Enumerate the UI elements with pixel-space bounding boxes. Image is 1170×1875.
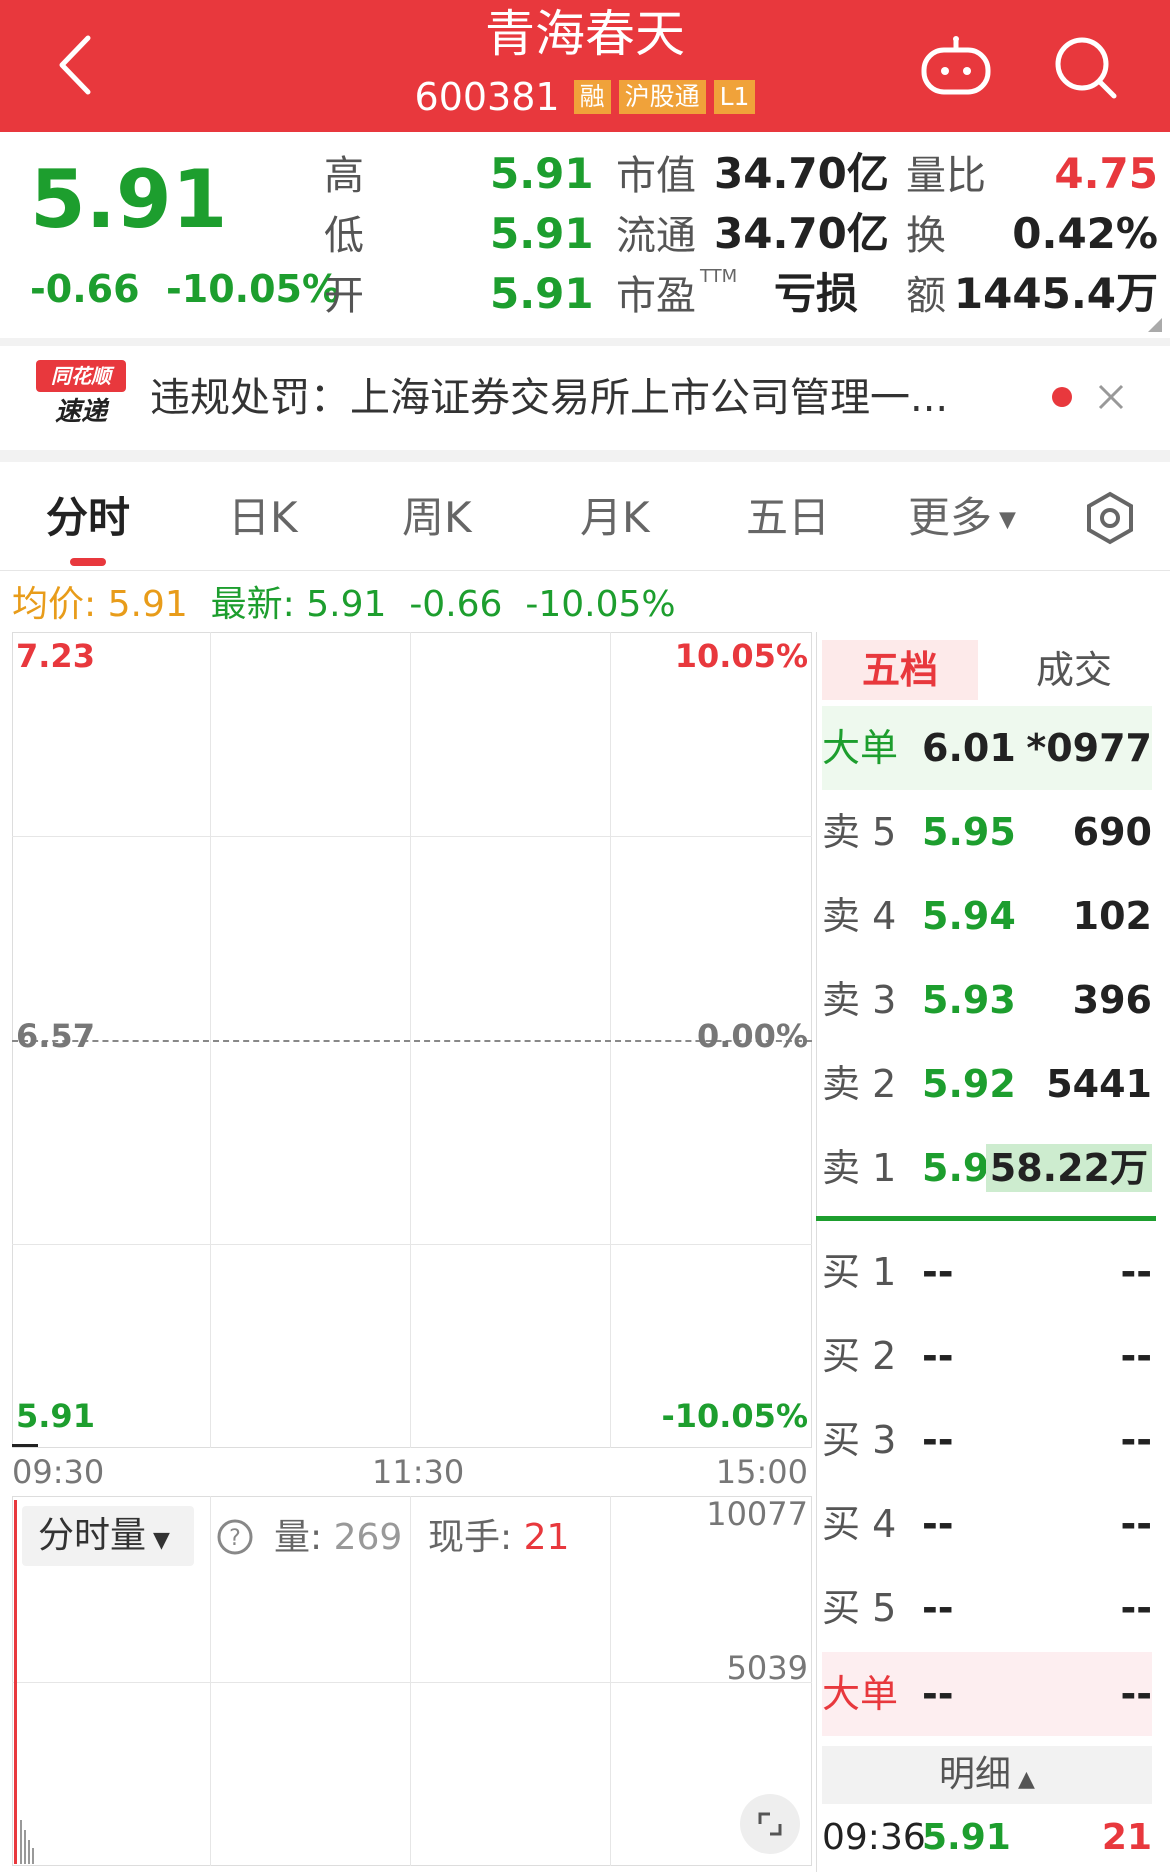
volume-mid-label: 5039 xyxy=(726,1649,808,1687)
stock-code: 600381 xyxy=(414,75,560,119)
volratio-value: 4.75 xyxy=(1054,149,1158,198)
turnover-label: 换 xyxy=(906,213,946,259)
grid-line xyxy=(210,1496,211,1866)
ask-row-3[interactable]: 卖 3 5.93 396 xyxy=(822,958,1152,1042)
tag-connect: 沪股通 xyxy=(618,80,706,114)
ask-row-1[interactable]: 卖 1 5.91 58.22万 xyxy=(822,1126,1152,1210)
news-logo: 同花顺 速递 xyxy=(36,360,126,440)
bid-row-4[interactable]: 买 4 -- -- xyxy=(822,1482,1152,1566)
tab-daily-k[interactable]: 日K xyxy=(228,490,298,546)
amount-label: 额 xyxy=(906,273,946,319)
mktcap-value: 34.70亿 xyxy=(714,149,889,198)
grid-line xyxy=(12,1244,812,1245)
stock-name: 青海春天 xyxy=(485,5,685,63)
search-icon[interactable] xyxy=(1050,32,1120,102)
volume-bar xyxy=(28,1840,30,1864)
svg-text:?: ? xyxy=(229,1526,241,1551)
divider xyxy=(0,570,1170,571)
volume-bar xyxy=(14,1500,17,1864)
mktcap-label: 市值 xyxy=(616,153,696,199)
high-value: 5.91 xyxy=(490,149,594,198)
settings-icon[interactable] xyxy=(1082,490,1138,546)
grid-line xyxy=(610,1496,611,1866)
tab-weekly-k[interactable]: 周K xyxy=(402,490,472,546)
current-hand: 现手: 21 xyxy=(428,1517,570,1558)
volume-type-dropdown[interactable]: 分时量 ▼ xyxy=(22,1506,194,1566)
turnover-value: 0.42% xyxy=(1012,209,1158,258)
bid-row-5[interactable]: 买 5 -- -- xyxy=(822,1566,1152,1650)
expand-corner-icon[interactable] xyxy=(1148,318,1162,332)
fullscreen-button[interactable] xyxy=(740,1794,800,1854)
float-value: 34.70亿 xyxy=(714,209,889,258)
open-label: 开 xyxy=(324,273,364,319)
amount-value: 1445.4万 xyxy=(953,269,1158,318)
volume-value: 量: 269 xyxy=(274,1517,403,1558)
volume-bar xyxy=(20,1820,22,1864)
time-start: 09:30 xyxy=(12,1453,105,1491)
close-icon[interactable] xyxy=(1096,382,1126,412)
tab-level2[interactable]: 五档 xyxy=(822,640,978,700)
help-icon[interactable]: ? xyxy=(216,1518,254,1556)
chart-bottom-price: 5.91 xyxy=(16,1397,95,1435)
grid-line xyxy=(410,1496,411,1866)
bid-row-1[interactable]: 买 1 -- -- xyxy=(822,1230,1152,1314)
robot-icon[interactable] xyxy=(918,36,994,96)
volratio-label: 量比 xyxy=(906,153,986,199)
chart-bottom-pct: -10.05% xyxy=(661,1397,808,1435)
ask-row-2[interactable]: 卖 2 5.92 5441 xyxy=(822,1042,1152,1126)
chart-mid-pct: 0.00% xyxy=(696,1017,808,1055)
divider xyxy=(0,450,1170,462)
spread-divider xyxy=(816,1216,1156,1221)
intraday-info: 均价: 5.91 最新: 5.91 -0.66 -10.05% xyxy=(12,584,676,625)
tab-monthly-k[interactable]: 月K xyxy=(580,490,650,546)
big-order-bottom[interactable]: 大单 -- -- xyxy=(822,1652,1152,1736)
grid-line xyxy=(12,1682,812,1683)
ask-row-5[interactable]: 卖 5 5.95 690 xyxy=(822,790,1152,874)
volume-top-label: 10077 xyxy=(706,1495,808,1533)
tag-margin: 融 xyxy=(573,80,611,114)
tab-trades[interactable]: 成交 xyxy=(996,640,1152,700)
volume-bar xyxy=(32,1848,34,1864)
bid-row-3[interactable]: 买 3 -- -- xyxy=(822,1398,1152,1482)
pe-ttm-sup: TTM xyxy=(700,266,738,287)
pe-value: 亏损 xyxy=(774,269,859,318)
chart-top-price: 7.23 xyxy=(16,637,95,675)
last-trade-row: 09:36 5.91 21 xyxy=(822,1817,1152,1858)
news-headline[interactable]: 违规处罚：上海证券交易所上市公司管理一... xyxy=(150,370,1010,426)
pe-label: 市盈 xyxy=(616,273,696,319)
low-value: 5.91 xyxy=(490,209,594,258)
current-price: 5.91 xyxy=(30,153,228,246)
ask-row-4[interactable]: 卖 4 5.94 102 xyxy=(822,874,1152,958)
price-line xyxy=(12,1444,38,1447)
tag-level: L1 xyxy=(713,80,756,114)
active-tab-indicator xyxy=(70,558,106,566)
unread-dot-icon xyxy=(1052,387,1072,407)
open-value: 5.91 xyxy=(490,269,594,318)
expand-icon xyxy=(758,1812,782,1836)
time-mid: 11:30 xyxy=(372,1453,465,1491)
tab-five-day[interactable]: 五日 xyxy=(746,490,830,546)
time-end: 15:00 xyxy=(715,1453,808,1491)
chart-mid-price: 6.57 xyxy=(16,1017,95,1055)
grid-line xyxy=(12,836,812,837)
low-label: 低 xyxy=(324,213,364,259)
big-order-top[interactable]: 大单 6.01 *0977 xyxy=(822,706,1152,790)
prev-close-line xyxy=(12,1040,812,1042)
divider xyxy=(816,632,817,1872)
tab-more[interactable]: 更多 ▼ xyxy=(908,490,1016,549)
divider xyxy=(0,338,1170,346)
detail-toggle[interactable]: 明细 ▲ xyxy=(822,1746,1152,1804)
chart-top-pct: 10.05% xyxy=(674,637,808,675)
high-label: 高 xyxy=(324,153,364,199)
price-change: -0.66 -10.05% xyxy=(30,267,341,311)
float-label: 流通 xyxy=(616,213,696,259)
tab-intraday[interactable]: 分时 xyxy=(46,490,130,546)
volume-bar xyxy=(24,1830,26,1864)
stock-sub: 600381 融 沪股通 L1 xyxy=(0,74,1170,120)
bid-row-2[interactable]: 买 2 -- -- xyxy=(822,1314,1152,1398)
